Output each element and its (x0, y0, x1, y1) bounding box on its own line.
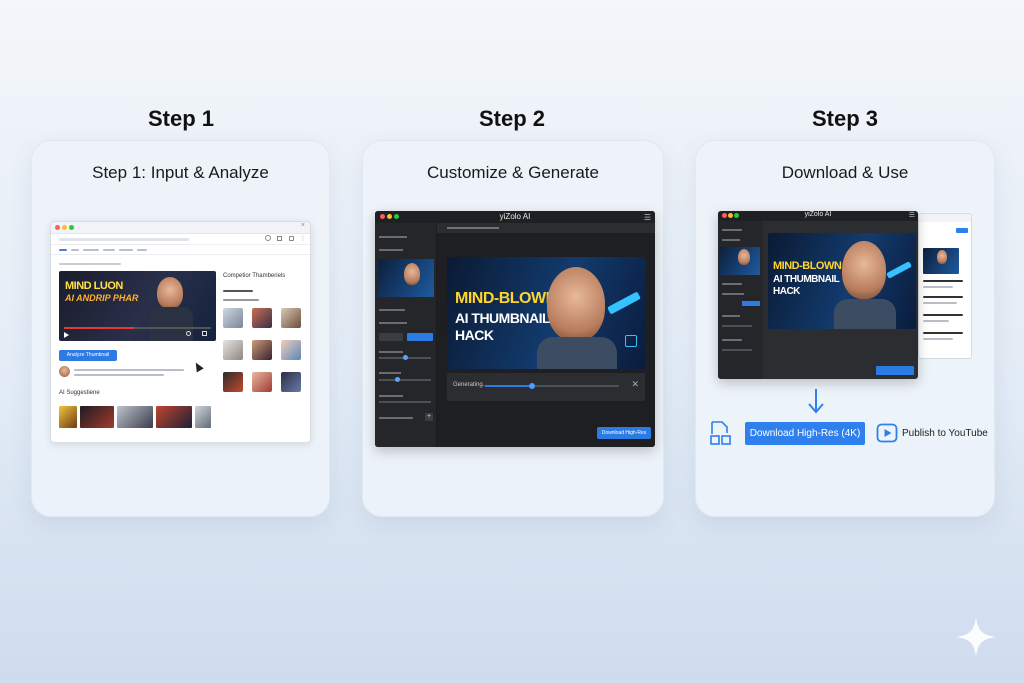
competitor-thumb[interactable] (223, 372, 243, 392)
competitor-thumb[interactable] (281, 308, 301, 328)
search-icon[interactable] (265, 235, 271, 241)
competitor-thumb[interactable] (223, 308, 243, 328)
suggestion-thumb[interactable] (156, 406, 192, 428)
presenter-face (842, 241, 886, 299)
browser-titlebar: × (51, 222, 310, 234)
competitor-thumb[interactable] (223, 340, 243, 360)
template-preview[interactable] (378, 259, 434, 297)
youtube-page-mockup (918, 213, 972, 359)
close-dot-icon[interactable] (55, 225, 60, 230)
cursor-icon (192, 360, 204, 373)
nav-item[interactable] (137, 249, 147, 251)
download-high-res-4k-button[interactable]: Download High-Res (4K) (745, 422, 865, 445)
menu-icon[interactable] (289, 236, 294, 241)
nav-item[interactable] (59, 249, 67, 251)
pointer-arrow-icon (607, 291, 641, 315)
publish-to-youtube-link[interactable]: Publish to YouTube (902, 428, 988, 439)
suggestion-thumb[interactable] (80, 406, 114, 428)
editor-titlebar: yiZolo AI ☰ (718, 211, 918, 221)
app-title: yiZolo AI (499, 212, 531, 221)
breadcrumb (59, 263, 121, 265)
hero-subline-2: HACK (455, 327, 494, 343)
tab-close-icon[interactable]: × (301, 222, 305, 229)
competitor-thumb[interactable] (252, 340, 272, 360)
competitor-thumb[interactable] (252, 308, 272, 328)
step-3-heading: Step 3 (811, 106, 879, 131)
address-bar[interactable]: ⋮ (51, 234, 310, 245)
step-3-title: Download & Use (781, 163, 909, 182)
hamburger-icon[interactable]: ☰ (909, 211, 915, 219)
hero-subline: AI THUMBNAIL (455, 310, 551, 326)
maximize-dot-icon[interactable] (69, 225, 74, 230)
site-nav (51, 245, 310, 255)
nav-item[interactable] (119, 249, 133, 251)
suggestion-thumb[interactable] (195, 406, 211, 428)
file-export-icon[interactable] (709, 420, 733, 446)
hamburger-icon[interactable]: ☰ (644, 213, 651, 222)
final-thumbnail[interactable]: MIND-BLOWN AI THUMBNAIL HACK (768, 233, 916, 329)
mode-select[interactable] (379, 333, 403, 341)
competitor-thumb[interactable] (281, 340, 301, 360)
fullscreen-icon[interactable] (202, 331, 207, 336)
apply-style-button[interactable] (407, 333, 433, 341)
thumbnail-headline: MIND LUON (65, 280, 123, 292)
down-arrow-icon (808, 389, 824, 414)
progress-panel: Generating... ✕ (447, 373, 645, 401)
competitor-thumbnails-title: Competior Thamberiels (223, 273, 286, 279)
hero-subline-2: HACK (773, 286, 800, 297)
step-3-card: Download & Use yiZolo AI ☰ MIND-BLOWN AI… (695, 140, 995, 517)
nav-item[interactable] (83, 249, 99, 251)
sparkle-icon (956, 617, 996, 657)
editor-window: yiZolo AI ☰ + MIND-BLOWN AI THUMBNAIL HA… (375, 211, 655, 447)
chip-icon (625, 335, 637, 347)
nav-item[interactable] (103, 249, 115, 251)
step-2-card: Customize & Generate yiZolo AI ☰ + MIND-… (362, 140, 664, 517)
competitor-thumb[interactable] (281, 372, 301, 392)
suggestion-thumb[interactable] (59, 406, 77, 428)
step-1-title: Step 1: Input & Analyze (92, 163, 269, 182)
download-small-button[interactable] (876, 366, 914, 375)
editor-window-small: yiZolo AI ☰ MIND-BLOWN AI THUMBNAIL HACK (718, 211, 918, 379)
settings-sidebar (718, 221, 763, 379)
thumbnail-subline: AI ANDRIP PHAR (65, 293, 139, 303)
minimize-dot-icon[interactable] (62, 225, 67, 230)
settings-icon[interactable] (186, 331, 191, 336)
hero-subline: AI THUMBNAIL (773, 274, 840, 285)
step-1-card: Step 1: Input & Analyze × ⋮ MIND LUON AI (31, 140, 330, 517)
hero-headline: MIND-BLOWN (773, 260, 842, 272)
pointer-arrow-icon (886, 261, 912, 279)
bookmark-icon[interactable] (277, 236, 282, 241)
analyze-thumbnail-button[interactable]: Analyze Thumbnail (59, 350, 117, 361)
ai-suggestions-title: AI Suggestiene (59, 390, 100, 396)
presenter-face (547, 267, 605, 341)
more-icon[interactable]: ⋮ (300, 235, 306, 242)
add-icon[interactable]: + (425, 413, 433, 421)
progress-label: Generating... (453, 382, 488, 388)
step-2-title: Customize & Generate (427, 163, 599, 182)
hero-headline: MIND-BLOWN (455, 290, 557, 307)
main-video-thumbnail[interactable]: MIND LUON AI ANDRIP PHAR (59, 271, 216, 341)
progress-knob[interactable] (529, 383, 535, 389)
progress-fill (485, 385, 532, 387)
settings-sidebar: + (375, 223, 437, 447)
generated-thumbnail[interactable]: MIND-BLOWN AI THUMBNAIL HACK (447, 257, 645, 369)
download-high-res-button[interactable]: Download High-Res (597, 427, 651, 439)
presenter-face (157, 277, 183, 309)
app-title: yiZolo AI (804, 211, 832, 218)
youtube-play-icon[interactable] (876, 422, 898, 444)
canvas-area: MIND-BLOWN AI THUMBNAIL HACK Generating.… (437, 233, 655, 447)
step-1-heading: Step 1 (147, 106, 215, 131)
published-thumbnail[interactable] (923, 248, 959, 274)
editor-titlebar: yiZolo AI ☰ (375, 211, 655, 223)
text-slider[interactable] (379, 379, 431, 381)
play-icon[interactable] (64, 332, 69, 338)
step-2-heading: Step 2 (478, 106, 546, 131)
avatar (59, 366, 70, 377)
competitor-thumb[interactable] (252, 372, 272, 392)
font-slider[interactable] (379, 401, 431, 403)
close-icon[interactable]: ✕ (631, 379, 639, 390)
nav-item[interactable] (71, 249, 79, 251)
browser-mockup: × ⋮ MIND LUON AI ANDRIP PHAR Analyze Thu… (50, 221, 311, 443)
suggestion-thumb[interactable] (117, 406, 153, 428)
